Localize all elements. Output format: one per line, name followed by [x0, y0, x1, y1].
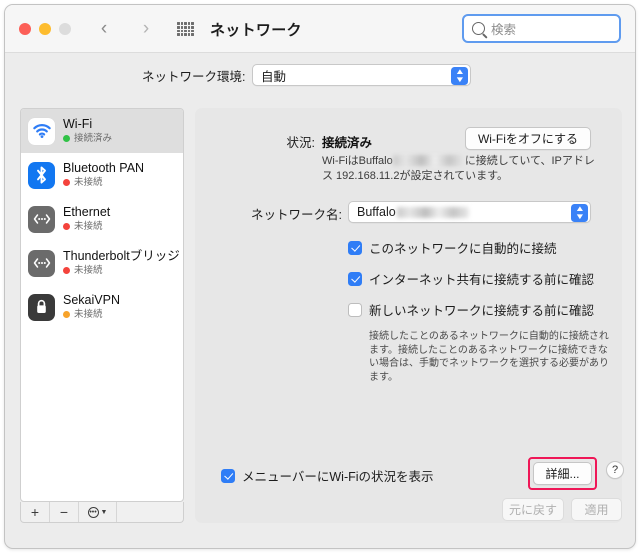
checkbox-show-wifi-menubar[interactable]	[221, 468, 235, 483]
sidebar-item-wifi[interactable]: Wi-Fi 接続済み	[21, 109, 183, 153]
body: Wi-Fi 接続済み Bluetooth PAN 未接続 Ethernet 未接…	[5, 97, 635, 548]
close-button[interactable]	[19, 23, 31, 35]
minimize-button[interactable]	[39, 23, 51, 35]
auto-join-hint-text: 接続したことのあるネットワークに自動的に接続され ます。接続したことのあるネット…	[369, 330, 614, 384]
checkbox-ask-new-networks[interactable]	[348, 302, 362, 317]
network-name-label: ネットワーク名:	[251, 208, 342, 222]
wifi-settings-panel: 状況: 接続済み Wi-Fiをオフにする Wi-FiはBuffalo に接続してい…	[195, 108, 622, 523]
bluetooth-icon	[28, 161, 55, 189]
search-placeholder: 検索	[491, 23, 517, 37]
status-desc-part3: ス 192.168.11.2が設定されています。	[322, 170, 509, 182]
service-name: SekaiVPN	[63, 293, 120, 307]
search-field[interactable]: 検索	[462, 14, 621, 43]
sidebar-item-ethernet[interactable]: Ethernet 未接続	[21, 197, 183, 241]
location-label: ネットワーク環境:	[142, 70, 246, 84]
status-dot	[63, 311, 70, 318]
sidebar-item-bluetooth-pan[interactable]: Bluetooth PAN 未接続	[21, 153, 183, 197]
status-desc-part2: に接続していて、IPアドレ	[464, 155, 595, 167]
sidebar-item-thunderbolt-bridge[interactable]: Thunderboltブリッジ 未接続	[21, 241, 183, 285]
show-all-grid-icon[interactable]	[177, 22, 194, 36]
status-value: 接続済み	[322, 136, 373, 150]
traffic-lights	[19, 23, 71, 35]
status-dot	[63, 179, 70, 186]
service-status: 未接続	[63, 176, 144, 189]
location-popup-button[interactable]: 自動 ▲ ▼	[252, 64, 471, 86]
service-status: 接続済み	[63, 132, 112, 145]
status-dot	[63, 135, 70, 142]
gear-icon: •••	[87, 506, 99, 518]
forward-button[interactable]: ›	[135, 18, 157, 40]
service-status: 未接続	[63, 220, 110, 233]
service-status: 未接続	[63, 308, 120, 321]
status-text: 未接続	[74, 265, 103, 276]
hint-line-3: い場合は、手動でネットワークを選択する必要があり	[369, 358, 609, 369]
service-list-toolbar: + − ••• ▼	[20, 502, 184, 523]
add-service-button[interactable]: +	[21, 502, 50, 522]
search-icon	[472, 22, 485, 35]
location-value: 自動	[261, 69, 287, 84]
back-button[interactable]: ‹	[93, 18, 115, 40]
checkbox-ask-internet-sharing-label: インターネット共有に接続する前に確認	[369, 273, 595, 287]
status-desc-part1: Wi-FiはBuffalo	[322, 155, 393, 167]
checkbox-show-wifi-menubar-row[interactable]: メニューバーにWi-Fiの状況を表示	[221, 466, 434, 485]
status-text: 未接続	[74, 309, 103, 320]
status-label: 状況:	[286, 136, 315, 150]
chevron-updown-icon: ▲ ▼	[571, 204, 588, 222]
status-text: 未接続	[74, 177, 103, 188]
checkbox-show-wifi-menubar-label: メニューバーにWi-Fiの状況を表示	[242, 470, 434, 484]
status-dot	[63, 223, 70, 230]
hint-line-1: 接続したことのあるネットワークに自動的に接続され	[369, 331, 609, 342]
ethernet-icon	[28, 249, 55, 277]
status-description: Wi-FiはBuffalo に接続していて、IPアドレ ス 192.168.11.…	[322, 154, 602, 184]
chevron-updown-icon: ▲ ▼	[451, 67, 468, 85]
checkbox-auto-join-row[interactable]: このネットワークに自動的に接続	[348, 238, 557, 257]
status-dot	[63, 267, 70, 274]
network-preferences-window: ‹ › ネットワーク 検索 ネットワーク環境: 自動 ▲ ▼ Wi-Fi 接続済…	[4, 4, 636, 549]
revert-button: 元に戻す	[502, 498, 564, 521]
checkbox-auto-join[interactable]	[348, 240, 362, 255]
vpn-lock-icon	[28, 293, 55, 321]
service-name: Bluetooth PAN	[63, 161, 145, 175]
checkbox-ask-new-networks-label: 新しいネットワークに接続する前に確認	[369, 304, 595, 318]
network-name-value: Buffalo	[357, 205, 396, 219]
redacted-ssid	[392, 155, 465, 166]
ethernet-icon	[28, 205, 55, 233]
network-name-popup-button[interactable]: Buffalo ▲ ▼	[348, 201, 591, 223]
sidebar-item-sekaivpn[interactable]: SekaiVPN 未接続	[21, 285, 183, 329]
remove-service-button[interactable]: −	[50, 502, 79, 522]
chevron-down-icon: ▼	[100, 508, 108, 516]
hint-line-2: ます。接続したことのあるネットワークに接続できな	[369, 344, 608, 356]
service-list[interactable]: Wi-Fi 接続済み Bluetooth PAN 未接続 Ethernet 未接…	[20, 108, 184, 502]
status-text: 接続済み	[74, 133, 113, 144]
checkbox-ask-internet-sharing-row[interactable]: インターネット共有に接続する前に確認	[348, 269, 594, 288]
wifi-icon	[28, 117, 55, 145]
checkbox-auto-join-label: このネットワークに自動的に接続	[369, 242, 557, 256]
page-title: ネットワーク	[210, 22, 302, 39]
checkbox-ask-internet-sharing[interactable]	[348, 271, 362, 286]
zoom-button	[59, 23, 71, 35]
titlebar: ‹ › ネットワーク 検索	[5, 5, 635, 53]
apply-button: 適用	[571, 498, 622, 521]
wifi-toggle-button[interactable]: Wi-Fiをオフにする	[465, 127, 591, 150]
status-text: 未接続	[74, 221, 103, 232]
redacted-ssid	[396, 206, 469, 218]
service-action-menu-button[interactable]: ••• ▼	[79, 502, 117, 522]
checkbox-ask-new-networks-row[interactable]: 新しいネットワークに接続する前に確認	[348, 300, 594, 319]
help-button[interactable]: ?	[606, 461, 624, 479]
service-name: Ethernet	[63, 205, 111, 219]
location-row: ネットワーク環境: 自動 ▲ ▼	[5, 53, 635, 97]
hint-line-4: ます。	[369, 371, 398, 383]
advanced-button[interactable]: 詳細...	[533, 462, 592, 485]
service-status: 未接続	[63, 264, 180, 277]
service-name: Thunderboltブリッジ	[63, 249, 180, 263]
service-name: Wi-Fi	[63, 117, 93, 131]
